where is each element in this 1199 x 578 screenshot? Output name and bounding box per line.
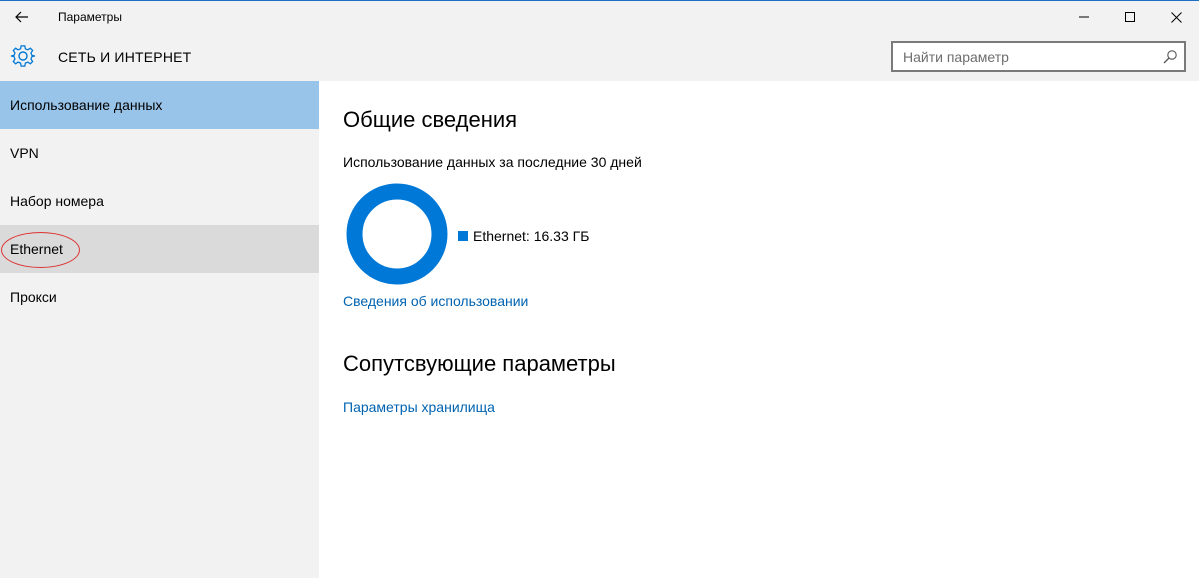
search-input[interactable]: [893, 47, 1153, 66]
usage-subtitle: Использование данных за последние 30 дне…: [343, 154, 642, 170]
sidebar-nav: Использование данных VPN Набор номера Et…: [0, 81, 319, 578]
title-bar: Параметры: [0, 1, 1199, 33]
donut-ring-ethernet: [346, 183, 448, 285]
legend-swatch-ethernet: [458, 231, 468, 241]
main-content: Общие сведения Использование данных за п…: [319, 81, 1199, 578]
sidebar-item-label: VPN: [10, 145, 39, 161]
close-icon: [1170, 11, 1182, 23]
settings-header: СЕТЬ И ИНТЕРНЕТ: [0, 33, 1199, 81]
sidebar-item-vpn[interactable]: VPN: [0, 129, 319, 177]
usage-details-link[interactable]: Сведения об использовании: [343, 293, 528, 309]
section-title: СЕТЬ И ИНТЕРНЕТ: [58, 49, 192, 65]
storage-settings-link[interactable]: Параметры хранилища: [343, 399, 495, 415]
sidebar-item-label: Ethernet: [10, 241, 63, 257]
close-button[interactable]: [1153, 1, 1199, 33]
maximize-icon: [1125, 12, 1135, 22]
data-usage-donut-chart: [346, 183, 448, 285]
sidebar-item-label: Использование данных: [10, 97, 163, 113]
related-settings-heading: Сопутсвующие параметры: [343, 351, 616, 376]
overview-heading: Общие сведения: [343, 107, 518, 132]
settings-window: Параметры СЕТЬ И ИНТЕРНЕТ Найти параметр…: [0, 0, 1199, 578]
minimize-button[interactable]: [1061, 1, 1107, 33]
minimize-icon: [1079, 16, 1089, 18]
back-button[interactable]: [0, 1, 44, 33]
sidebar-item-dial-up[interactable]: Набор номера: [0, 177, 319, 225]
sidebar-item-ethernet[interactable]: Ethernet: [0, 225, 319, 273]
window-title: Параметры: [58, 10, 122, 24]
sidebar-item-label: Набор номера: [10, 193, 104, 209]
gear-icon: [10, 45, 36, 67]
legend-label-ethernet: Ethernet: 16.33 ГБ: [473, 228, 590, 244]
sidebar-item-proxy[interactable]: Прокси: [0, 273, 319, 321]
maximize-button[interactable]: [1107, 1, 1153, 33]
back-arrow-icon: [15, 11, 28, 23]
search-icon[interactable]: [1162, 49, 1178, 65]
search-box[interactable]: [891, 41, 1186, 72]
chart-legend: Ethernet: 16.33 ГБ: [458, 228, 589, 244]
sidebar-item-data-usage[interactable]: Использование данных: [0, 81, 319, 129]
window-controls: [1061, 1, 1199, 33]
sidebar-item-label: Прокси: [10, 289, 57, 305]
